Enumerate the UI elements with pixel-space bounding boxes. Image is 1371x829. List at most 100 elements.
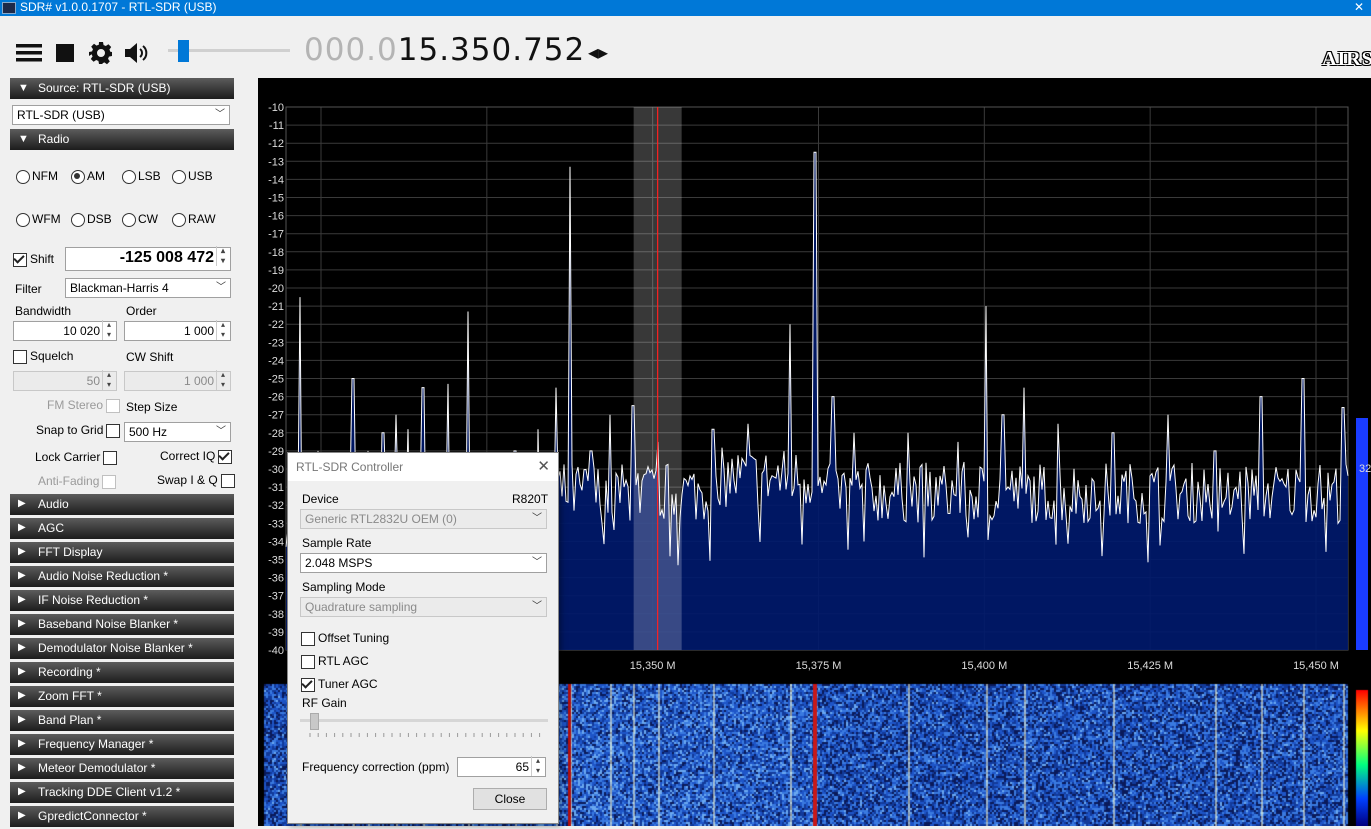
- panel-title: Baseband Noise Blanker *: [38, 617, 179, 631]
- frequency-display[interactable]: 000.015.350.752: [304, 30, 585, 70]
- y-tick-label: -39: [268, 627, 284, 639]
- app-icon: [2, 2, 16, 14]
- gear-icon[interactable]: [89, 41, 113, 65]
- tuner-agc-checkbox[interactable]: Tuner AGC: [301, 677, 378, 692]
- panel-header-if-noise-reduction[interactable]: ▶ IF Noise Reduction *: [10, 590, 234, 611]
- frequency-active-digits[interactable]: 15.350.752: [398, 32, 586, 68]
- snap-to-grid-checkbox[interactable]: Snap to Grid: [36, 423, 121, 438]
- panel-title: Demodulator Noise Blanker *: [38, 641, 193, 655]
- frequency-correction-input[interactable]: 65: [457, 756, 546, 777]
- frequency-leading-digits[interactable]: 000.0: [304, 32, 398, 68]
- swap-iq-checkbox[interactable]: Swap I & Q: [157, 473, 235, 488]
- panel-title: GpredictConnector *: [38, 809, 147, 823]
- shift-frequency-input[interactable]: -125 008 472: [65, 246, 231, 271]
- rf-gain-slider-track[interactable]: [300, 719, 548, 722]
- x-tick-label: 15,375 M: [796, 660, 842, 672]
- source-device-select[interactable]: RTL-SDR (USB) ﹀: [12, 105, 230, 125]
- hamburger-menu-icon[interactable]: [16, 42, 42, 64]
- control-sidebar: ▼ Source: RTL-SDR (USB) RTL-SDR (USB) ﹀ ▼ R…: [0, 78, 258, 827]
- squelch-input[interactable]: 50: [13, 370, 117, 391]
- panel-header-tracking-dde-client-v1-2[interactable]: ▶ Tracking DDE Client v1.2 *: [10, 782, 234, 803]
- sample-rate-select[interactable]: 2.048 MSPS ﹀: [300, 553, 547, 573]
- panel-header-zoom-fft[interactable]: ▶ Zoom FFT *: [10, 686, 234, 707]
- panel-title: Recording *: [38, 665, 101, 679]
- y-tick-label: -33: [268, 518, 284, 530]
- correct-iq-checkbox[interactable]: Correct IQ: [160, 449, 233, 464]
- fm-stereo-checkbox[interactable]: FM Stereo: [47, 398, 121, 413]
- rtl-agc-checkbox[interactable]: RTL AGC: [301, 654, 369, 669]
- step-size-label: Step Size: [126, 400, 178, 414]
- panel-header-fft-display[interactable]: ▶ FFT Display: [10, 542, 234, 563]
- y-tick-label: -36: [268, 573, 284, 585]
- speaker-icon[interactable]: [124, 42, 152, 64]
- panel-header-radio[interactable]: ▼ Radio: [10, 129, 234, 150]
- y-tick-label: -18: [268, 247, 284, 259]
- anti-fading-checkbox[interactable]: Anti-Fading: [38, 474, 117, 489]
- x-tick-label: 15,425 M: [1127, 660, 1173, 672]
- mode-radio-usb[interactable]: USB: [172, 169, 213, 184]
- main-toolbar: 000.015.350.752 ◂▸ AIRS: [0, 16, 1371, 78]
- mode-radio-nfm[interactable]: NFM: [16, 169, 58, 184]
- order-label: Order: [126, 304, 157, 318]
- sampling-mode-select[interactable]: Quadrature sampling ﹀: [300, 597, 547, 617]
- step-size-select[interactable]: 500 Hz ﹀: [124, 422, 231, 442]
- panel-header-source[interactable]: ▼ Source: RTL-SDR (USB): [10, 78, 234, 99]
- mode-radio-lsb[interactable]: LSB: [122, 169, 161, 184]
- y-tick-label: -37: [268, 591, 284, 603]
- panel-header-baseband-noise-blanker[interactable]: ▶ Baseband Noise Blanker *: [10, 614, 234, 635]
- expand-arrow-icon: ▶: [18, 738, 26, 749]
- x-tick-label: 15,350 M: [630, 660, 676, 672]
- mode-radio-dsb[interactable]: DSB: [71, 212, 112, 227]
- bandwidth-input[interactable]: 10 020: [13, 320, 117, 341]
- mode-radio-am[interactable]: AM: [71, 169, 105, 184]
- panel-header-agc[interactable]: ▶ AGC: [10, 518, 234, 539]
- frequency-correction-label: Frequency correction (ppm): [302, 760, 450, 774]
- tune-step-arrows-icon[interactable]: ◂▸: [588, 42, 608, 64]
- sampling-mode-value: Quadrature sampling: [305, 600, 418, 614]
- mode-radio-cw[interactable]: CW: [122, 212, 158, 227]
- panel-header-band-plan[interactable]: ▶ Band Plan *: [10, 710, 234, 731]
- y-tick-label: -11: [269, 120, 284, 132]
- expand-arrow-icon: ▶: [18, 570, 26, 581]
- panel-header-demodulator-noise-blanker[interactable]: ▶ Demodulator Noise Blanker *: [10, 638, 234, 659]
- panel-header-audio[interactable]: ▶ Audio: [10, 494, 234, 515]
- stop-icon[interactable]: [56, 44, 74, 62]
- device-select[interactable]: Generic RTL2832U OEM (0) ﹀: [300, 509, 547, 529]
- order-input[interactable]: 1 000: [124, 320, 231, 341]
- volume-slider-thumb[interactable]: [177, 40, 189, 62]
- y-tick-label: -21: [268, 301, 284, 313]
- shift-checkbox[interactable]: Shift: [13, 252, 54, 267]
- level-bar: [1356, 418, 1368, 650]
- panel-header-gpredictconnector[interactable]: ▶ GpredictConnector *: [10, 806, 234, 827]
- lock-carrier-checkbox[interactable]: Lock Carrier: [35, 450, 118, 465]
- filter-label: Filter: [15, 282, 42, 296]
- y-tick-label: -17: [268, 229, 284, 241]
- y-tick-label: -40: [268, 645, 284, 657]
- chevron-down-icon: ﹀: [215, 109, 225, 120]
- window-close-button[interactable]: ✕: [1347, 0, 1371, 16]
- mode-radio-raw[interactable]: RAW: [172, 212, 216, 227]
- sample-rate-label: Sample Rate: [302, 536, 372, 550]
- dialog-close-icon[interactable]: ✕: [537, 453, 550, 481]
- offset-tuning-checkbox[interactable]: Offset Tuning: [301, 631, 389, 646]
- filter-select[interactable]: Blackman-Harris 4 ﹀: [65, 278, 231, 298]
- panel-header-frequency-manager[interactable]: ▶ Frequency Manager *: [10, 734, 234, 755]
- y-tick-label: -38: [268, 609, 284, 621]
- panel-header-meteor-demodulator[interactable]: ▶ Meteor Demodulator *: [10, 758, 234, 779]
- rf-gain-slider-thumb[interactable]: [310, 713, 319, 730]
- device-label: Device: [302, 492, 339, 506]
- tuner-type: R820T: [512, 492, 549, 506]
- y-tick-label: -19: [268, 265, 284, 277]
- panel-title: Frequency Manager *: [38, 737, 154, 751]
- expand-arrow-icon: ▶: [18, 786, 26, 797]
- bandwidth-label: Bandwidth: [15, 304, 72, 318]
- expand-arrow-icon: ▶: [18, 810, 26, 821]
- sampling-mode-label: Sampling Mode: [302, 580, 386, 594]
- squelch-checkbox[interactable]: Squelch: [13, 349, 73, 364]
- expand-arrow-icon: ▶: [18, 546, 26, 557]
- mode-radio-wfm[interactable]: WFM: [16, 212, 61, 227]
- panel-header-audio-noise-reduction[interactable]: ▶ Audio Noise Reduction *: [10, 566, 234, 587]
- close-button[interactable]: Close: [473, 788, 547, 810]
- cw-shift-input[interactable]: 1 000: [124, 370, 231, 391]
- panel-header-recording[interactable]: ▶ Recording *: [10, 662, 234, 683]
